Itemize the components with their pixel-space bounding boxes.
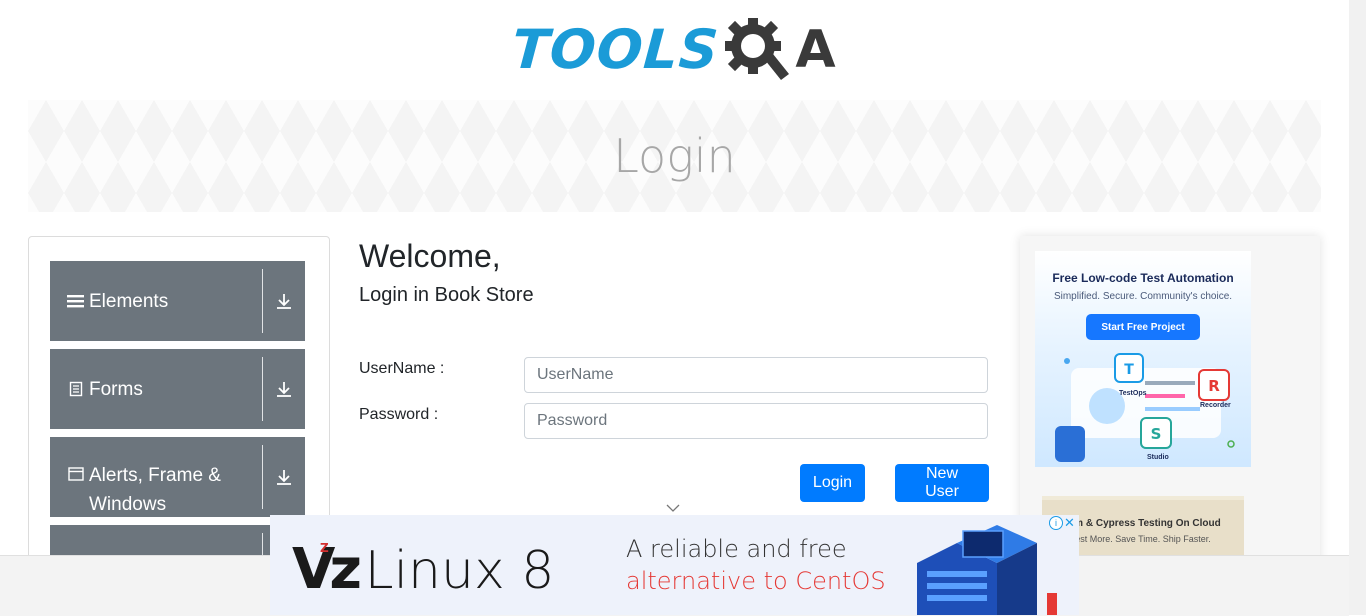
divider — [262, 445, 263, 509]
password-input[interactable] — [524, 403, 988, 439]
sidebar-group-elements[interactable]: Elements — [50, 261, 305, 341]
ad-tagline-line1: A reliable and free — [626, 535, 847, 563]
sidebar-group-label: Forms — [89, 378, 143, 400]
download-icon[interactable] — [263, 349, 305, 429]
login-button[interactable]: Login — [800, 464, 865, 502]
svg-text:T: T — [1124, 362, 1134, 378]
svg-text:S: S — [1151, 425, 1162, 443]
page-scrollbar[interactable] — [1349, 0, 1366, 615]
logo-a-text: A — [795, 20, 837, 80]
vzlinux-ad-banner[interactable]: Vz Z Linux 8 A reliable and free alterna… — [270, 515, 1079, 615]
ad-title: Free Low-code Test Automation — [1052, 271, 1234, 285]
ad-info-icon[interactable]: i — [1049, 516, 1063, 530]
sidebar-group-forms[interactable]: Forms — [50, 349, 305, 429]
ad-label-testops: TestOps — [1119, 390, 1147, 397]
window-icon — [67, 467, 85, 481]
divider — [262, 357, 263, 421]
server-illustration — [917, 525, 1057, 615]
username-label: UserName : — [359, 360, 445, 377]
logo-tools-text: TOOLS — [510, 18, 722, 81]
ad-label-studio: Studio — [1147, 454, 1169, 461]
login-subtitle: Login in Book Store — [359, 284, 534, 306]
toolsqa-logo[interactable]: TOOLS A — [510, 12, 837, 88]
vz-product-name: Linux 8 — [364, 541, 555, 601]
sidebar-group-alerts[interactable]: Alerts, Frame & Windows — [50, 437, 305, 517]
ad-subtitle: Simplified. Secure. Community's choice. — [1053, 291, 1233, 302]
header: TOOLS A — [0, 0, 1349, 100]
gear-magnifier-icon — [721, 12, 793, 88]
username-input[interactable] — [524, 357, 988, 393]
page-banner: Login — [28, 100, 1321, 212]
ad-close-icon[interactable]: ✕ — [1064, 515, 1075, 531]
welcome-heading: Welcome, — [359, 238, 501, 274]
new-user-button[interactable]: New User — [895, 464, 989, 502]
chevron-down-icon[interactable] — [666, 500, 680, 512]
download-icon[interactable] — [263, 437, 305, 517]
katalon-ad[interactable]: Free Low-code Test Automation Simplified… — [1035, 251, 1251, 467]
sidebar-group-label: Alerts, Frame & Windows — [89, 465, 221, 515]
hamburger-icon — [67, 293, 85, 309]
svg-text:R: R — [1208, 377, 1220, 395]
vzlinux-logo: Vz Z Linux 8 — [292, 537, 554, 602]
ad-label-recorder: Recorder — [1200, 402, 1231, 409]
ad-tagline-line2: alternative to CentOS — [626, 567, 886, 595]
sidebar-group-label: Elements — [89, 290, 169, 312]
password-label: Password : — [359, 406, 439, 423]
download-icon[interactable] — [263, 261, 305, 341]
vz-superscript: Z — [319, 541, 329, 555]
divider — [262, 269, 263, 333]
start-free-project-button[interactable]: Start Free Project — [1086, 314, 1200, 340]
page-title: Login — [613, 129, 736, 183]
document-icon — [67, 381, 85, 397]
